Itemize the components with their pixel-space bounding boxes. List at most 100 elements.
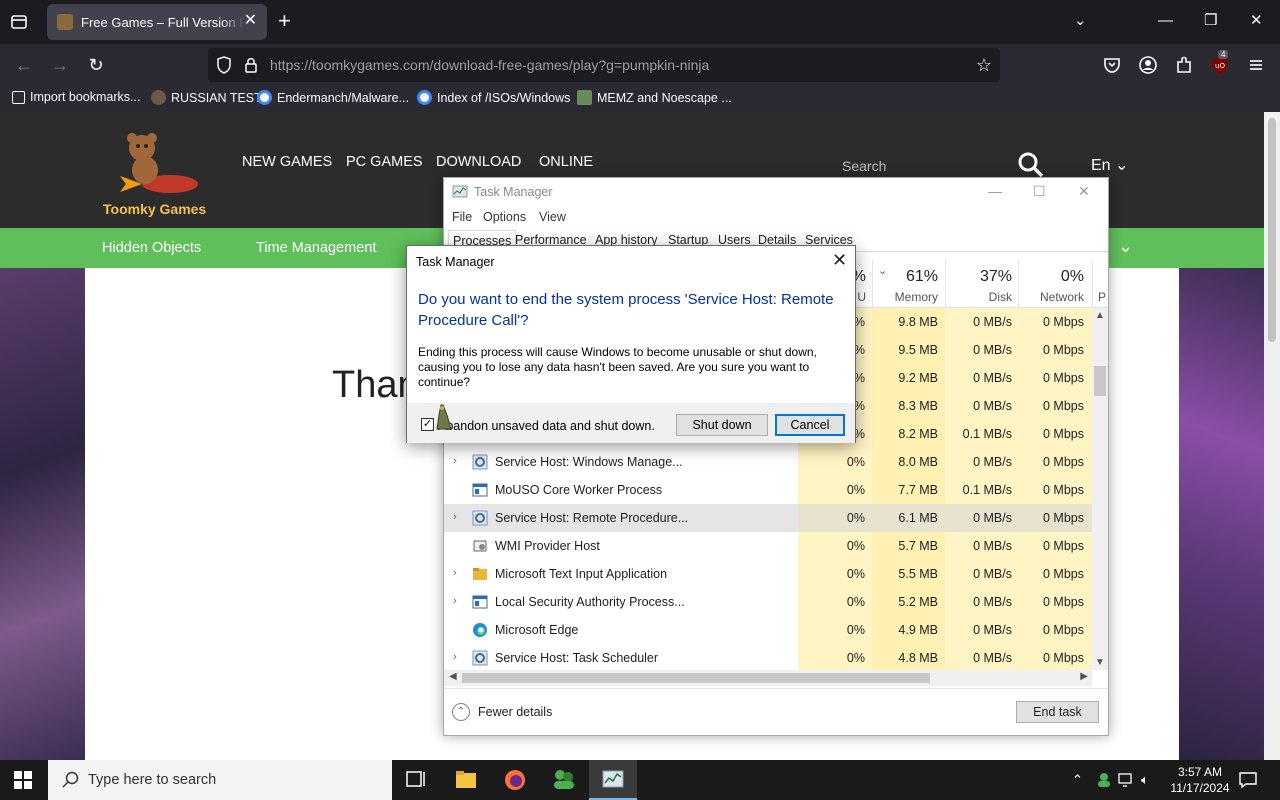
language-selector[interactable]: En ⌄ <box>1091 155 1128 175</box>
expand-chevron-icon[interactable]: › <box>453 651 457 663</box>
browser-tab[interactable]: Free Games – Full Version PC Games ✕ <box>47 4 267 40</box>
close-tab-icon[interactable]: ✕ <box>244 13 257 29</box>
process-row[interactable]: › Microsoft Text Input Application 0% 5.5 M… <box>444 560 1092 588</box>
scrollbar-thumb[interactable] <box>1094 366 1106 396</box>
tab-list-chevron-icon[interactable]: ⌄ <box>1074 11 1087 31</box>
process-row[interactable]: WMI Provider Host 0% 5.7 MB 0 MB/s 0 Mbps <box>444 532 1092 560</box>
all-tabs-icon[interactable] <box>8 11 30 33</box>
memory-column-header[interactable]: Memory <box>884 290 938 304</box>
minimize-icon[interactable]: — <box>988 183 1002 199</box>
process-list-hscroll[interactable]: ◀ ▶ <box>444 670 1092 686</box>
nav-new-games[interactable]: NEW GAMES <box>242 154 332 170</box>
scroll-left-icon[interactable]: ◀ <box>449 671 457 682</box>
notification-center-icon[interactable] <box>1238 770 1258 790</box>
restore-icon[interactable]: ❐ <box>1204 11 1217 31</box>
process-list-vscroll[interactable]: ▲ ▼ <box>1092 308 1108 670</box>
bookmark-memz[interactable]: MEMZ and Noescape ... <box>577 90 732 105</box>
expand-chevron-icon[interactable]: › <box>453 455 457 467</box>
column-divider[interactable] <box>1018 260 1019 308</box>
memory-percent[interactable]: 61% <box>884 268 938 286</box>
menu-icon[interactable] <box>1245 54 1267 76</box>
shut-down-button[interactable]: Shut down <box>676 414 768 436</box>
scrollbar-thumb[interactable] <box>1268 118 1276 342</box>
process-row[interactable]: › Local Security Authority Process... 0% 5.… <box>444 588 1092 616</box>
menu-view[interactable]: View <box>539 210 566 224</box>
minimize-icon[interactable]: — <box>1158 11 1173 31</box>
site-logo-text[interactable]: Toomky Games <box>103 201 206 217</box>
extensions-icon[interactable] <box>1173 54 1195 76</box>
lock-icon[interactable] <box>244 56 258 74</box>
side-banner-left[interactable] <box>0 268 85 760</box>
page-scrollbar[interactable] <box>1264 112 1280 760</box>
bookmark-endermanch[interactable]: Endermanch/Malware... <box>257 90 409 105</box>
clock-date[interactable]: 11/17/2024 <box>1163 781 1237 795</box>
network-icon[interactable] <box>1118 772 1136 788</box>
site-search-input[interactable]: Search <box>842 158 886 174</box>
network-column-header[interactable]: Network <box>1024 290 1084 304</box>
close-window-icon[interactable]: ✕ <box>1250 11 1263 31</box>
scroll-up-icon[interactable]: ▲ <box>1095 310 1105 321</box>
close-icon[interactable]: ✕ <box>832 250 847 271</box>
taskbar-search-box[interactable]: Type here to search <box>48 760 392 800</box>
bookmark-star-icon[interactable]: ☆ <box>976 55 992 76</box>
task-manager-taskbar-button[interactable] <box>589 760 637 800</box>
column-divider[interactable] <box>872 260 873 308</box>
expand-chevron-icon[interactable]: › <box>453 567 457 579</box>
power-column-header[interactable]: P <box>1098 290 1108 304</box>
task-manager-titlebar[interactable]: Task Manager — ☐ ✕ <box>444 178 1108 206</box>
forward-icon[interactable]: → <box>49 54 71 76</box>
url-text[interactable]: https://toomkygames.com/download-free-ga… <box>270 57 709 73</box>
column-divider[interactable] <box>945 260 946 308</box>
nav-pc-games[interactable]: PC GAMES <box>346 154 423 170</box>
tracking-shield-icon[interactable] <box>216 56 232 74</box>
network-percent[interactable]: 0% <box>1024 268 1084 286</box>
account-icon[interactable] <box>1137 54 1159 76</box>
process-row[interactable]: › Service Host: Windows Manage... 0% 8.0 MB… <box>444 448 1092 476</box>
expand-chevron-icon[interactable]: › <box>453 511 457 523</box>
firefox-button[interactable] <box>491 760 539 800</box>
fewer-details-link[interactable]: Fewer details <box>478 705 552 719</box>
windows-start-icon[interactable] <box>14 771 32 789</box>
category-time-management[interactable]: Time Management <box>256 240 376 256</box>
scrollbar-thumb[interactable] <box>462 673 930 683</box>
column-divider[interactable] <box>1092 260 1093 308</box>
category-hidden-objects[interactable]: Hidden Objects <box>102 240 201 256</box>
nav-online[interactable]: ONLINE <box>539 154 593 170</box>
show-hidden-icons-icon[interactable]: ⌃ <box>1072 772 1083 788</box>
bookmark-import[interactable]: Import bookmarks... <box>12 90 140 104</box>
menu-options[interactable]: Options <box>483 210 526 224</box>
disk-percent[interactable]: 37% <box>954 268 1012 286</box>
process-row[interactable]: › Service Host: Remote Procedure... 0% 6.1 … <box>444 504 1092 532</box>
close-icon[interactable]: ✕ <box>1078 183 1090 200</box>
url-bar[interactable]: https://toomkygames.com/download-free-ga… <box>208 48 1000 82</box>
end-task-button[interactable]: End task <box>1016 701 1099 723</box>
clock-time[interactable]: 3:57 AM <box>1170 765 1230 779</box>
maximize-icon[interactable]: ☐ <box>1033 183 1046 200</box>
scroll-right-icon[interactable]: ▶ <box>1080 671 1088 682</box>
menu-file[interactable]: File <box>452 210 472 224</box>
process-row[interactable]: Microsoft Edge 0% 4.9 MB 0 MB/s 0 Mbps <box>444 616 1092 644</box>
disk-column-header[interactable]: Disk <box>954 290 1012 304</box>
back-icon[interactable]: ← <box>13 54 35 76</box>
reload-icon[interactable]: ↻ <box>85 54 107 76</box>
pocket-icon[interactable] <box>1101 54 1123 76</box>
people-tray-icon[interactable] <box>1095 771 1113 789</box>
new-tab-icon[interactable]: + <box>278 10 291 32</box>
volume-icon[interactable]: 🔈︎ <box>1141 772 1149 788</box>
process-row[interactable]: MoUSO Core Worker Process 0% 7.7 MB 0.1 MB/… <box>444 476 1092 504</box>
task-view-button[interactable] <box>392 760 440 800</box>
expand-chevron-icon[interactable]: › <box>453 595 457 607</box>
bookmark-russian-test[interactable]: RUSSIAN TEST <box>151 90 262 105</box>
nav-download[interactable]: DOWNLOAD <box>436 154 521 170</box>
process-row[interactable]: › Service Host: Task Scheduler 0% 4.8 MB 0 M… <box>444 644 1092 670</box>
people-app-button[interactable] <box>540 760 588 800</box>
cancel-button[interactable]: Cancel <box>775 414 845 436</box>
scroll-down-icon[interactable]: ▼ <box>1095 657 1105 668</box>
bookmark-isos[interactable]: Index of /ISOs/Windows <box>417 90 570 105</box>
chevron-up-circle-icon[interactable]: ⌃ <box>452 703 470 721</box>
abandon-data-label[interactable]: Abandon unsaved data and shut down. <box>438 419 655 433</box>
file-explorer-button[interactable] <box>442 760 490 800</box>
chevron-down-icon[interactable]: ⌄ <box>1118 236 1133 257</box>
side-banner-right[interactable] <box>1179 268 1264 760</box>
search-icon[interactable] <box>1018 152 1044 178</box>
